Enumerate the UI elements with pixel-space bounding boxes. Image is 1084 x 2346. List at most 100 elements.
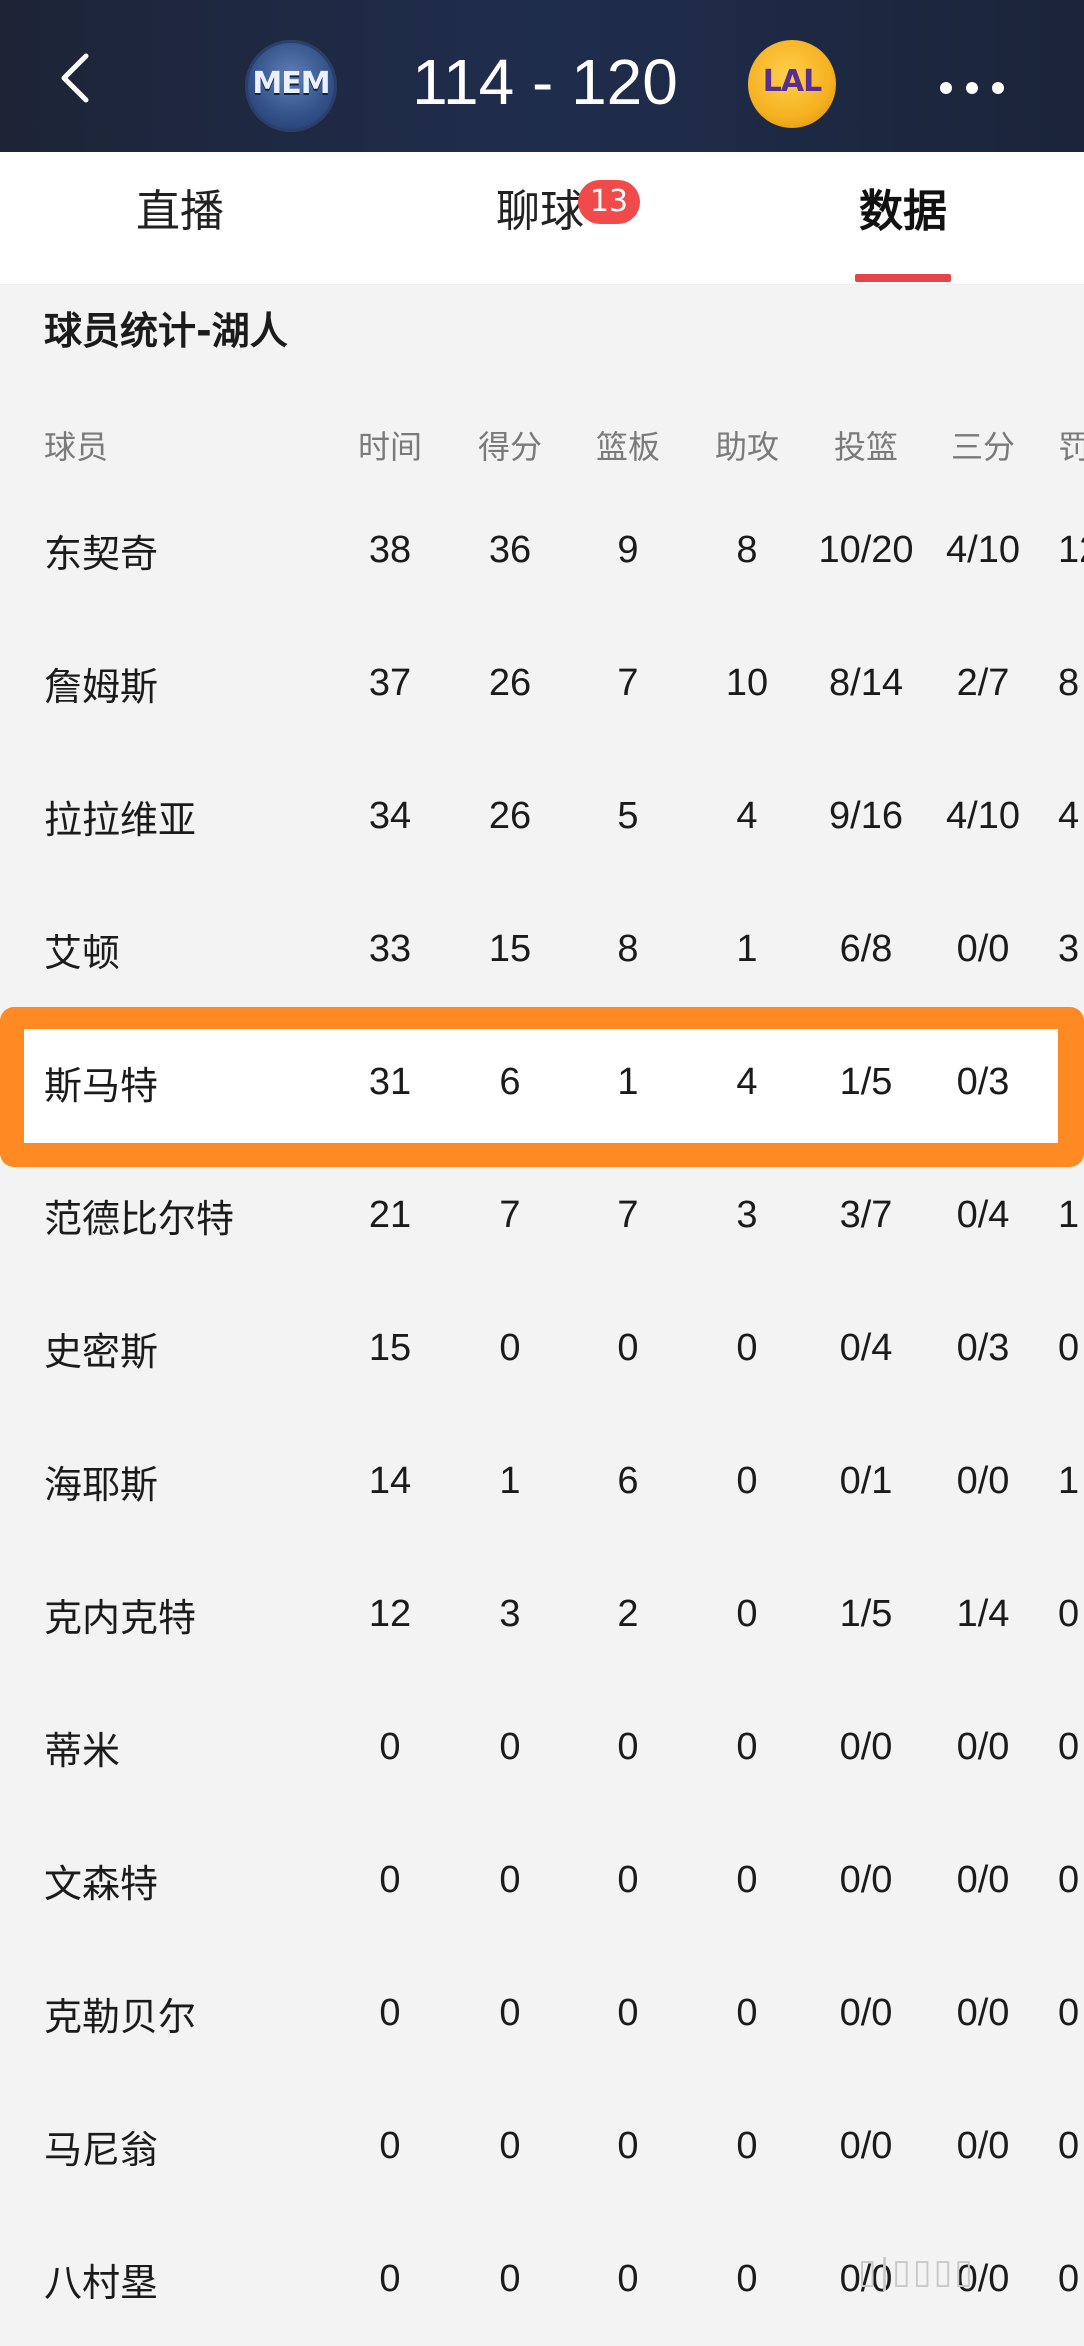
points-cell: 3 <box>499 1593 521 1635</box>
tab-live[interactable]: 直播 <box>120 182 240 242</box>
back-button[interactable] <box>50 48 110 108</box>
three-pointers-cell: 0/0 <box>956 1859 1010 1901</box>
table-row[interactable]: 詹姆斯 37 26 7 10 8/14 2/7 8 <box>0 617 1084 750</box>
player-name[interactable]: 蒂米 <box>44 1681 324 1814</box>
player-name[interactable]: 斯马特 <box>44 1016 324 1149</box>
tab-bar: 直播 聊球 13 数据 <box>0 152 1084 285</box>
free-throws-cell <box>1058 1016 1084 1149</box>
rebounds-cell: 1 <box>617 1061 639 1103</box>
player-name[interactable]: 东契奇 <box>44 484 324 617</box>
free-throws-cell: 1 <box>1058 1460 1080 1502</box>
player-name[interactable]: 史密斯 <box>44 1282 324 1415</box>
game-header: MEM 114 - 120 LAL <box>0 0 1084 152</box>
three-pointers-cell: 0/3 <box>956 1327 1010 1369</box>
player-name[interactable]: 克内克特 <box>44 1548 324 1681</box>
minutes-cell: 21 <box>368 1194 412 1236</box>
field-goals-cell: 0/1 <box>839 1460 893 1502</box>
three-pointers-cell: 0/4 <box>956 1194 1010 1236</box>
column-header-field-goals[interactable]: 投篮 <box>806 400 926 490</box>
column-header-points[interactable]: 得分 <box>460 400 560 490</box>
table-row[interactable]: 范德比尔特 21 7 7 3 3/7 0/4 1 <box>0 1149 1084 1282</box>
table-row[interactable]: 蒂米 0 0 0 0 0/0 0/0 0 <box>0 1681 1084 1814</box>
chevron-left-icon <box>61 53 89 103</box>
table-row[interactable]: 斯马特 31 6 1 4 1/5 0/3 <box>0 1016 1084 1149</box>
rebounds-cell: 0 <box>617 2125 639 2167</box>
field-goals-cell: 0/0 <box>839 1726 893 1768</box>
three-pointers-cell: 0/0 <box>956 1460 1010 1502</box>
table-row[interactable]: 艾顿 33 15 8 1 6/8 0/0 3 <box>0 883 1084 1016</box>
table-header-row: 球员 时间 得分 篮板 助攻 投篮 三分 罚 <box>0 400 1084 490</box>
column-header-minutes[interactable]: 时间 <box>340 400 440 490</box>
points-cell: 15 <box>488 928 532 970</box>
minutes-cell: 0 <box>379 1726 401 1768</box>
section-title: 球员统计-湖人 <box>44 309 288 353</box>
player-name[interactable]: 克勒贝尔 <box>44 1947 324 2080</box>
minutes-cell: 14 <box>368 1460 412 1502</box>
table-row[interactable]: 马尼翁 0 0 0 0 0/0 0/0 0 <box>0 2080 1084 2213</box>
more-dots-icon <box>940 82 952 94</box>
table-row[interactable]: 海耶斯 14 1 6 0 0/1 0/0 1 <box>0 1415 1084 1548</box>
three-pointers-cell: 4/10 <box>946 529 1020 571</box>
free-throws-cell: 8 <box>1058 662 1080 704</box>
lakers-team-logo[interactable]: LAL <box>748 40 836 128</box>
column-header-assists[interactable]: 助攻 <box>697 400 797 490</box>
three-pointers-cell: 1/4 <box>956 1593 1010 1635</box>
minutes-cell: 0 <box>379 2258 401 2300</box>
free-throws-cell: 0 <box>1058 1992 1080 2034</box>
field-goals-cell: 0/0 <box>839 1859 893 1901</box>
minutes-cell: 34 <box>368 795 412 837</box>
table-row[interactable]: 东契奇 38 36 9 8 10/20 4/10 12 <box>0 484 1084 617</box>
rebounds-cell: 0 <box>617 1327 639 1369</box>
points-cell: 0 <box>499 1859 521 1901</box>
column-header-rebounds[interactable]: 篮板 <box>578 400 678 490</box>
minutes-cell: 37 <box>368 662 412 704</box>
column-header-player[interactable]: 球员 <box>44 400 324 490</box>
assists-cell: 0 <box>736 2258 758 2300</box>
minutes-cell: 31 <box>368 1061 412 1103</box>
three-pointers-cell: 2/7 <box>956 662 1010 704</box>
player-name[interactable]: 詹姆斯 <box>44 617 324 750</box>
assists-cell: 3 <box>736 1194 758 1236</box>
tab-stats[interactable]: 数据 <box>843 182 963 242</box>
column-header-three-pointers[interactable]: 三分 <box>933 400 1033 490</box>
table-row[interactable]: 克内克特 12 3 2 0 1/5 1/4 0 <box>0 1548 1084 1681</box>
points-cell: 0 <box>499 1726 521 1768</box>
minutes-cell: 33 <box>368 928 412 970</box>
assists-cell: 0 <box>736 1327 758 1369</box>
minutes-cell: 0 <box>379 2125 401 2167</box>
field-goals-cell: 3/7 <box>839 1194 893 1236</box>
assists-cell: 0 <box>736 1859 758 1901</box>
three-pointers-cell: 0/3 <box>956 1061 1010 1103</box>
rebounds-cell: 0 <box>617 2258 639 2300</box>
minutes-cell: 0 <box>379 1859 401 1901</box>
player-name[interactable]: 八村塁 <box>44 2213 324 2346</box>
free-throws-cell: 0 <box>1058 2125 1080 2167</box>
rebounds-cell: 0 <box>617 1859 639 1901</box>
more-options-button[interactable] <box>940 68 1004 108</box>
memphis-team-logo[interactable]: MEM <box>245 40 337 132</box>
table-row[interactable]: 史密斯 15 0 0 0 0/4 0/3 0 <box>0 1282 1084 1415</box>
rebounds-cell: 9 <box>617 529 639 571</box>
rebounds-cell: 0 <box>617 1992 639 2034</box>
player-name[interactable]: 文森特 <box>44 1814 324 1947</box>
points-cell: 26 <box>488 795 532 837</box>
player-name[interactable]: 拉拉维亚 <box>44 750 324 883</box>
table-row[interactable]: 克勒贝尔 0 0 0 0 0/0 0/0 0 <box>0 1947 1084 2080</box>
player-name[interactable]: 马尼翁 <box>44 2080 324 2213</box>
player-name[interactable]: 艾顿 <box>44 883 324 1016</box>
rebounds-cell: 5 <box>617 795 639 837</box>
minutes-cell: 0 <box>379 1992 401 2034</box>
player-name[interactable]: 海耶斯 <box>44 1415 324 1548</box>
points-cell: 0 <box>499 2125 521 2167</box>
field-goals-cell: 9/16 <box>829 795 903 837</box>
rebounds-cell: 0 <box>617 1726 639 1768</box>
field-goals-cell: 1/5 <box>839 1061 893 1103</box>
column-header-free-throws[interactable]: 罚 <box>1058 400 1084 490</box>
free-throws-cell: 0 <box>1058 1726 1080 1768</box>
points-cell: 0 <box>499 1327 521 1369</box>
field-goals-cell: 10/20 <box>818 529 914 571</box>
table-row[interactable]: 文森特 0 0 0 0 0/0 0/0 0 <box>0 1814 1084 1947</box>
field-goals-cell: 6/8 <box>839 928 893 970</box>
player-name[interactable]: 范德比尔特 <box>44 1149 324 1282</box>
table-row[interactable]: 拉拉维亚 34 26 5 4 9/16 4/10 4 <box>0 750 1084 883</box>
